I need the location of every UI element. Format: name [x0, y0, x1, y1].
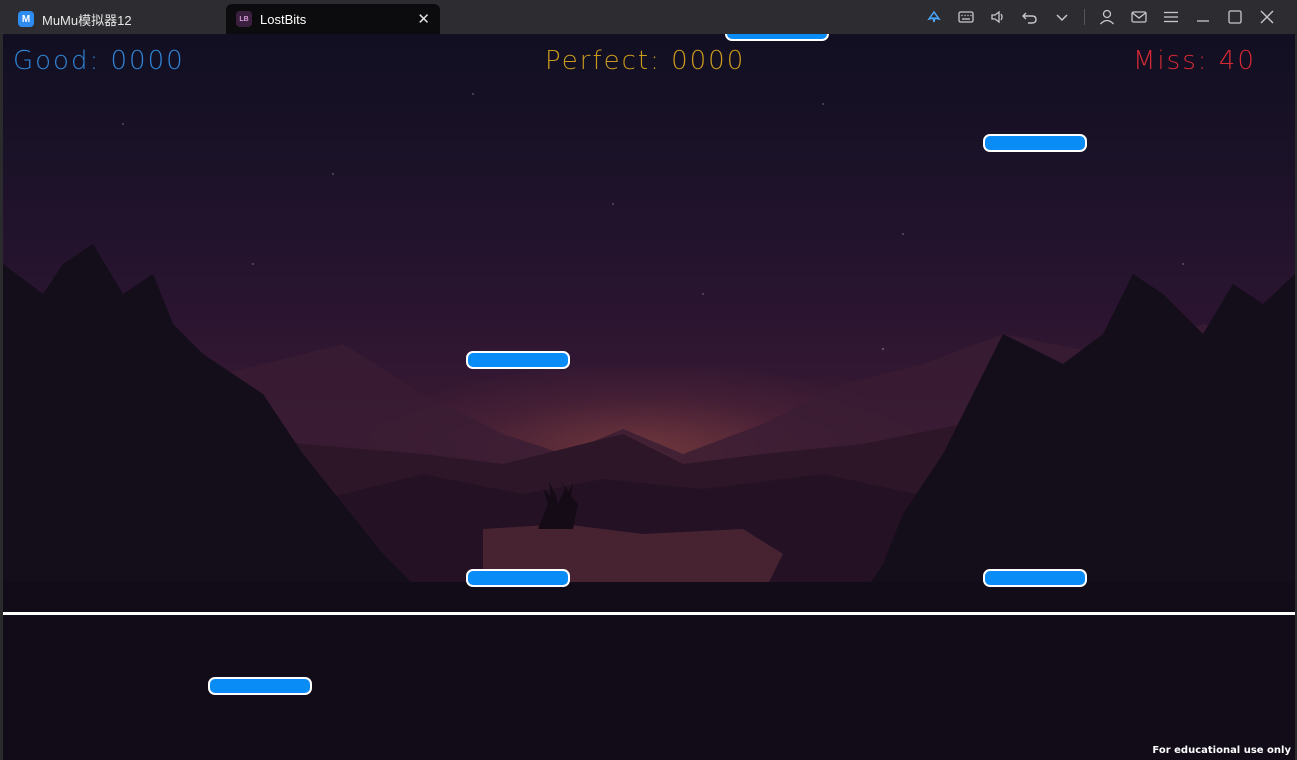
- tab-lostbits[interactable]: LB LostBits ✕: [226, 4, 440, 34]
- tab-mumu[interactable]: M MuMu模拟器12: [8, 4, 218, 34]
- falling-note[interactable]: [208, 677, 312, 695]
- falling-note[interactable]: [466, 351, 570, 369]
- keyboard-icon[interactable]: [950, 7, 982, 27]
- mumu-logo-icon: M: [18, 11, 34, 27]
- chevron-down-icon[interactable]: [1046, 7, 1078, 27]
- falling-note[interactable]: [983, 134, 1087, 152]
- toolbar-divider: [1084, 9, 1085, 25]
- gamepad-icon[interactable]: [918, 7, 950, 27]
- falling-note[interactable]: [466, 569, 570, 587]
- tab-mumu-label: MuMu模拟器12: [42, 12, 132, 28]
- good-counter: Good: 0000: [13, 46, 185, 76]
- forest-lake-background: [3, 93, 1295, 760]
- mail-icon[interactable]: [1123, 7, 1155, 27]
- maximize-icon[interactable]: [1219, 7, 1251, 27]
- window-toolbar: [918, 7, 1283, 27]
- miss-counter: Miss: 40: [1133, 46, 1256, 76]
- watermark-text: For educational use only: [1152, 745, 1291, 756]
- user-icon[interactable]: [1091, 7, 1123, 27]
- volume-icon[interactable]: [982, 7, 1014, 27]
- hit-line: [3, 612, 1295, 615]
- game-canvas[interactable]: Good: 0000 Perfect: 0000 Miss: 40 For ed…: [3, 34, 1295, 760]
- falling-note[interactable]: [983, 569, 1087, 587]
- tab-close-icon[interactable]: ✕: [417, 10, 430, 28]
- close-icon[interactable]: [1251, 7, 1283, 27]
- menu-icon[interactable]: [1155, 7, 1187, 27]
- falling-note[interactable]: [725, 34, 829, 41]
- perfect-counter: Perfect: 0000: [545, 46, 746, 76]
- lostbits-app-icon: LB: [236, 11, 252, 27]
- back-icon[interactable]: [1014, 7, 1046, 27]
- minimize-icon[interactable]: [1187, 7, 1219, 27]
- window-titlebar: M MuMu模拟器12 LB LostBits ✕: [0, 0, 1297, 34]
- tab-lostbits-label: LostBits: [260, 11, 307, 27]
